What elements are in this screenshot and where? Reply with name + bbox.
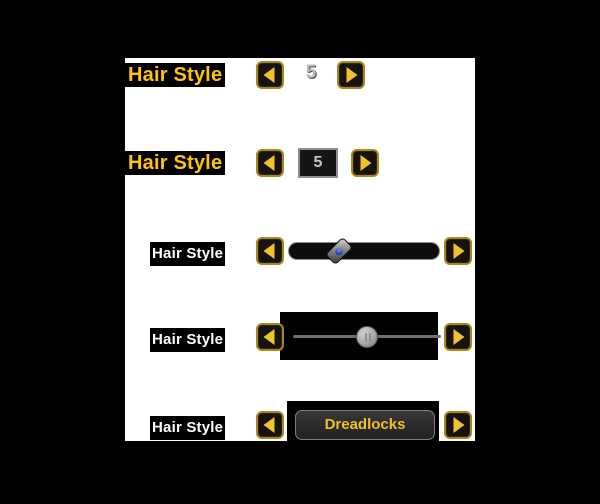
hair-style-prev-button-row2[interactable] — [256, 149, 284, 177]
hair-style-row-plain: Hair Style 5 — [125, 58, 475, 92]
hair-style-next-button-row3[interactable] — [444, 237, 472, 265]
hair-style-row-pill-slider: Hair Style — [125, 234, 475, 268]
hair-style-slider-line-knob[interactable] — [356, 325, 378, 348]
hair-style-label-white-5: Hair Style — [150, 416, 226, 440]
hair-style-label-white-3: Hair Style — [150, 242, 226, 266]
hair-style-prev-button-row3[interactable] — [256, 237, 284, 265]
hair-style-label-gold-2: Hair Style — [125, 151, 226, 175]
hair-style-slider-pill-track[interactable] — [288, 236, 440, 266]
hair-style-slider-pill-knob[interactable] — [324, 236, 353, 266]
knob-grip-bar-left — [365, 332, 367, 342]
hair-style-value-row1: 5 — [305, 62, 317, 83]
content-panel: Hair Style 5 Hair Style 5 Hair Style Hai — [125, 58, 475, 449]
hair-style-prev-button-row4[interactable] — [256, 323, 284, 351]
hair-style-prev-button-row5[interactable] — [256, 411, 284, 439]
hair-style-row-line-slider: Hair Style — [125, 312, 475, 360]
screen-root: Hair Style 5 Hair Style 5 Hair Style Hai — [0, 0, 600, 504]
hair-style-option-button[interactable]: Dreadlocks — [295, 410, 435, 440]
hair-style-row-option: Hair Style Dreadlocks — [125, 401, 475, 449]
hair-style-label-gold: Hair Style — [125, 63, 226, 87]
hair-style-value-box-row2[interactable]: 5 — [298, 148, 338, 178]
hair-style-row-boxed: Hair Style 5 — [125, 146, 475, 180]
hair-style-next-button-row5[interactable] — [444, 411, 472, 439]
hair-style-next-button-row4[interactable] — [444, 323, 472, 351]
hair-style-next-button-row2[interactable] — [351, 149, 379, 177]
hair-style-label-white-4: Hair Style — [150, 328, 226, 352]
knob-grip-bar-right — [369, 332, 371, 342]
hair-style-next-button-row1[interactable] — [337, 61, 365, 89]
hair-style-slider-line-track[interactable] — [293, 325, 441, 348]
hair-style-prev-button-row1[interactable] — [256, 61, 284, 89]
